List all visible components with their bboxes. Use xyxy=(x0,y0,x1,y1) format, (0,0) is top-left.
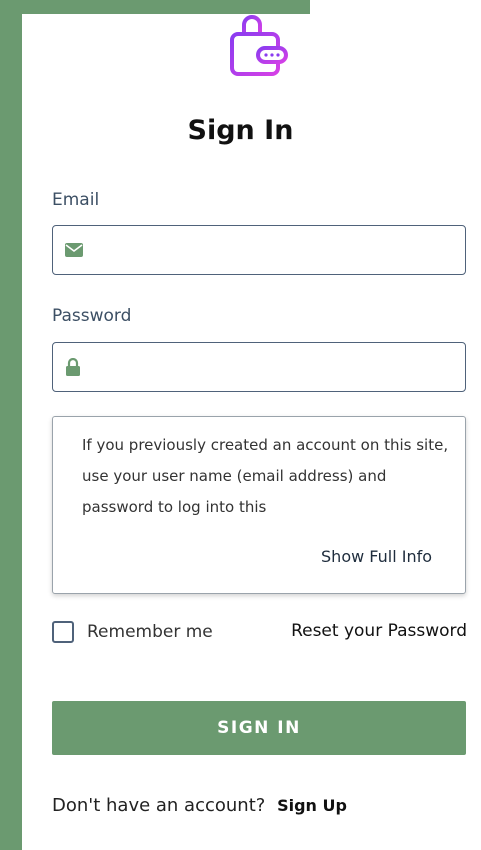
password-input[interactable] xyxy=(95,343,459,393)
envelope-icon xyxy=(65,243,83,257)
email-label: Email xyxy=(52,190,100,210)
sign-in-button[interactable]: SIGN IN xyxy=(52,701,466,755)
sign-up-row: Don't have an account? Sign Up xyxy=(52,795,347,816)
info-text: If you previously created an account on … xyxy=(82,436,449,516)
show-full-info-link[interactable]: Show Full Info xyxy=(321,547,432,566)
sign-up-link[interactable]: Sign Up xyxy=(277,796,347,815)
info-box: If you previously created an account on … xyxy=(52,416,466,594)
email-field[interactable] xyxy=(52,225,466,276)
page-title: Sign In xyxy=(187,115,294,146)
wallet-lock-logo-icon xyxy=(222,10,294,82)
remember-me-checkbox[interactable] xyxy=(52,621,74,643)
reset-password-link[interactable]: Reset your Password xyxy=(291,621,467,641)
sign-up-prompt: Don't have an account? xyxy=(52,795,266,816)
lock-icon xyxy=(66,358,80,376)
password-label: Password xyxy=(52,306,132,326)
email-input[interactable] xyxy=(95,226,459,276)
password-field[interactable] xyxy=(52,342,466,393)
remember-me-option[interactable]: Remember me xyxy=(52,620,213,644)
remember-me-label: Remember me xyxy=(87,622,213,642)
